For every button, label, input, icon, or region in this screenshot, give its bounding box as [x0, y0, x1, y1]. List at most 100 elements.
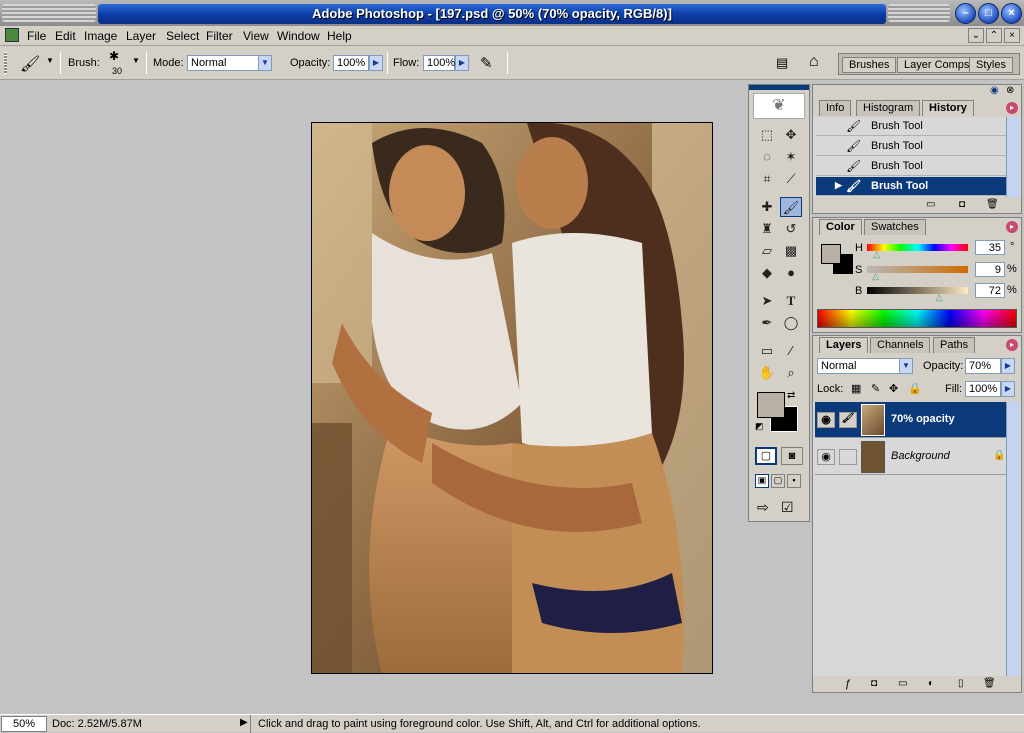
eye-icon[interactable]: ◉ [817, 449, 835, 465]
fill-field[interactable]: 100% [965, 381, 1001, 397]
preset-dropdown-icon[interactable]: ▼ [46, 56, 54, 65]
layer-name[interactable]: 70% opacity [891, 413, 955, 425]
menu-filter[interactable]: Filter [206, 29, 233, 43]
panel-menu-icon[interactable]: ▸ [1006, 221, 1018, 233]
screen-mode-standard-icon[interactable]: ▣ [755, 474, 769, 488]
new-snapshot-icon[interactable]: ◘ [959, 199, 965, 210]
marquee-tool-icon[interactable]: ⬚ [756, 125, 778, 145]
menu-image[interactable]: Image [84, 29, 117, 43]
toolbox-titlebar[interactable] [749, 85, 809, 90]
well-tab-styles[interactable]: Styles [969, 57, 1013, 73]
panel-collapse-icon[interactable]: ◉ [990, 85, 999, 96]
s-slider-track[interactable] [867, 266, 968, 273]
menu-edit[interactable]: Edit [55, 29, 76, 43]
menu-help[interactable]: Help [327, 29, 352, 43]
history-item[interactable]: 🖌 Brush Tool [816, 137, 1006, 156]
s-slider-handle[interactable]: △ [872, 271, 879, 282]
foreground-color-swatch[interactable] [757, 392, 785, 418]
brush-tool-preset-icon[interactable]: 🖌 [20, 54, 40, 74]
layer-style-icon[interactable]: ƒ [845, 678, 851, 690]
lock-image-icon[interactable]: ✎ [871, 382, 880, 395]
doc-restore-icon[interactable]: ⌃ [986, 28, 1002, 43]
well-tab-layer-comps[interactable]: Layer Comps [897, 57, 977, 73]
tab-color[interactable]: Color [819, 219, 862, 235]
brush-link-icon[interactable]: 🖌 [839, 412, 857, 428]
blend-mode-dropdown-icon[interactable]: ▼ [899, 358, 913, 374]
options-grip[interactable] [4, 52, 7, 74]
pen-tool-icon[interactable]: ✒ [756, 313, 778, 333]
hand-tool-icon[interactable]: ✋ [756, 363, 778, 383]
h-slider-handle[interactable]: △ [873, 249, 880, 260]
doc-close-icon[interactable]: × [1004, 28, 1020, 43]
tab-histogram[interactable]: Histogram [856, 100, 921, 116]
panel-menu-icon[interactable]: ▸ [1006, 102, 1018, 114]
fill-slider-icon[interactable]: ▶ [1001, 381, 1015, 397]
standard-mode-icon[interactable]: ▢ [755, 447, 777, 465]
dodge-tool-icon[interactable]: ● [780, 263, 802, 283]
history-brush-icon[interactable]: ↺ [780, 219, 802, 239]
tab-paths[interactable]: Paths [933, 337, 976, 353]
delete-state-icon[interactable]: 🗑 [986, 199, 999, 210]
panel-titlebar[interactable]: ◉ ⊗ [813, 85, 1021, 97]
status-menu-icon[interactable]: ▶ [240, 717, 248, 728]
b-field[interactable]: 72 [975, 283, 1005, 298]
doc-minimize-icon[interactable]: ⌄ [968, 28, 984, 43]
new-layer-icon[interactable]: ▯ [958, 678, 964, 689]
new-group-icon[interactable]: ▭ [898, 678, 907, 689]
mode-dropdown-icon[interactable]: ▼ [258, 55, 272, 71]
lasso-tool-icon[interactable]: ◌ [756, 147, 778, 167]
type-tool-icon[interactable]: T [780, 291, 802, 311]
file-browser-icon[interactable]: ⌂ [809, 53, 819, 71]
brush-tool-icon[interactable]: 🖌 [780, 197, 802, 217]
color-fg-swatch[interactable] [821, 244, 841, 264]
document-canvas[interactable] [311, 122, 713, 674]
zoom-field[interactable]: 50% [1, 716, 47, 732]
gradient-tool-icon[interactable]: ▩ [780, 241, 802, 261]
airbrush-icon[interactable]: ✎ [480, 54, 493, 72]
quickmask-mode-icon[interactable]: ◙ [781, 447, 803, 465]
shape-tool-icon[interactable]: ◯ [780, 313, 802, 333]
menu-file[interactable]: File [27, 29, 46, 43]
h-slider-track[interactable] [867, 244, 968, 251]
history-item[interactable]: 🖌 Brush Tool [816, 157, 1006, 176]
h-field[interactable]: 35 [975, 240, 1005, 255]
tab-swatches[interactable]: Swatches [864, 219, 926, 235]
magic-wand-icon[interactable]: ✶ [780, 147, 802, 167]
add-mask-icon[interactable]: ◘ [871, 678, 877, 689]
opacity-field[interactable]: 100% [333, 55, 369, 71]
panel-close-icon[interactable]: ⊗ [1006, 85, 1014, 96]
blend-mode-select[interactable]: Normal [817, 358, 901, 374]
blur-tool-icon[interactable]: ◆ [756, 263, 778, 283]
tab-history[interactable]: History [922, 100, 974, 116]
color-ramp[interactable] [817, 309, 1017, 328]
menu-select[interactable]: Select [166, 29, 199, 43]
opacity-slider-icon[interactable]: ▶ [369, 55, 383, 71]
lock-transparency-icon[interactable]: ▦ [851, 382, 861, 395]
menu-layer[interactable]: Layer [126, 29, 156, 43]
path-selection-icon[interactable]: ➤ [756, 291, 778, 311]
zoom-tool-icon[interactable]: ⌕ [780, 363, 802, 383]
default-colors-icon[interactable]: ◩ [755, 421, 764, 432]
flow-field[interactable]: 100% [423, 55, 455, 71]
maximize-icon[interactable]: □ [978, 3, 999, 24]
layers-scrollbar[interactable] [1006, 402, 1020, 676]
app-icon[interactable] [5, 28, 19, 42]
layer-row[interactable]: ◉ Background 🔒 [815, 439, 1007, 475]
history-item-current[interactable]: ▶ 🖌 Brush Tool [816, 177, 1006, 196]
mode-select[interactable]: Normal [187, 55, 259, 71]
flow-slider-icon[interactable]: ▶ [455, 55, 469, 71]
layer-row[interactable]: ◉ 🖌 70% opacity [815, 402, 1007, 438]
delete-layer-icon[interactable]: 🗑 [983, 678, 996, 689]
adjustment-layer-icon[interactable]: ◐ [928, 678, 934, 689]
slice-tool-icon[interactable]: ⟋ [780, 169, 802, 189]
eraser-tool-icon[interactable]: ▱ [756, 241, 778, 261]
swap-colors-icon[interactable]: ⇄ [787, 390, 795, 401]
brush-preview-icon[interactable]: ✱ [109, 49, 119, 63]
menu-window[interactable]: Window [277, 29, 320, 43]
tab-layers[interactable]: Layers [819, 337, 869, 353]
tab-info[interactable]: Info [819, 100, 852, 116]
brush-dropdown-icon[interactable]: ▼ [132, 56, 140, 65]
feather-logo-icon[interactable]: ❦ [753, 93, 805, 119]
layer-opacity-field[interactable]: 70% [965, 358, 1001, 374]
tab-channels[interactable]: Channels [870, 337, 931, 353]
